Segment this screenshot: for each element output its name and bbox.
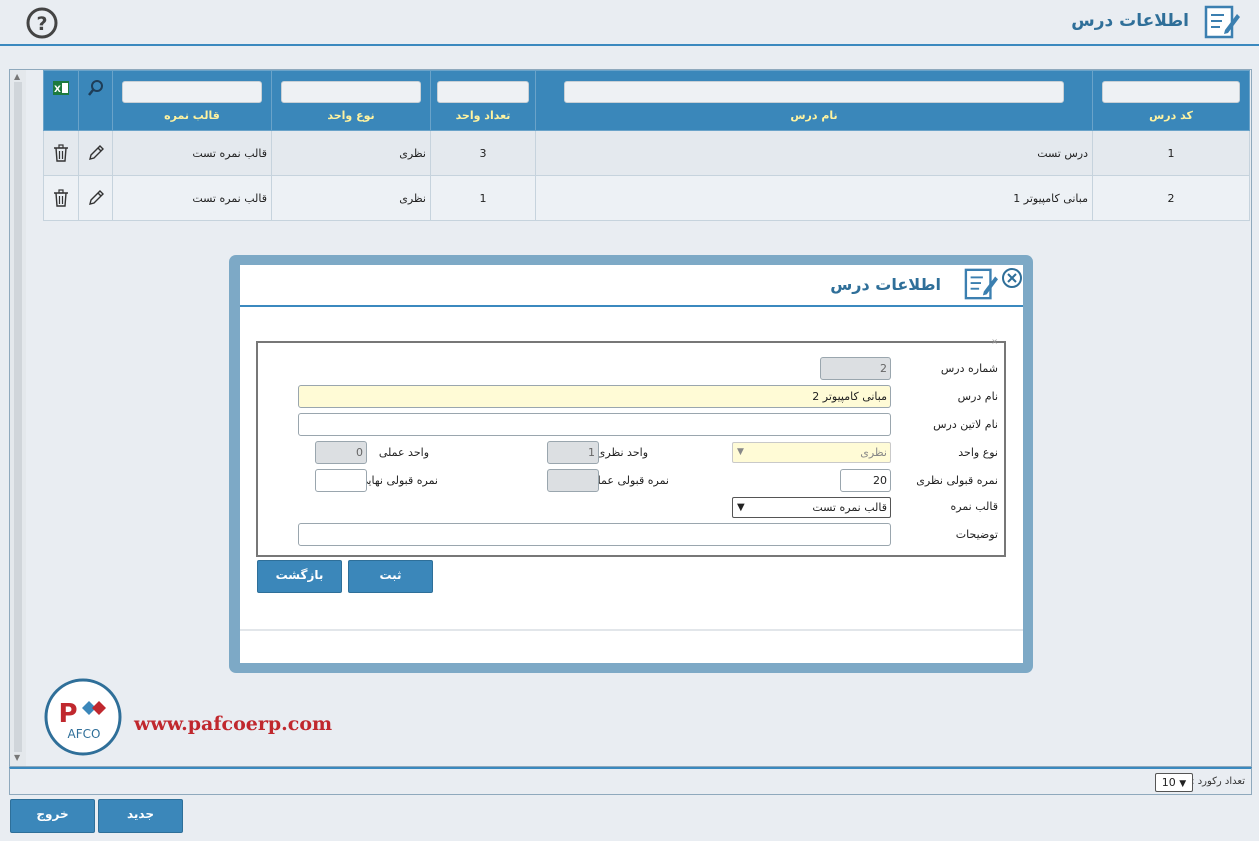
cell-units: 3 [430, 130, 536, 176]
cell-name: درس تست [535, 130, 1093, 176]
scroll-up-icon[interactable]: ▲ [14, 72, 20, 81]
filter-input-type[interactable] [281, 81, 421, 103]
grade-template-select[interactable]: قالب نمره تست ▼ [732, 497, 891, 518]
practical-pass-label: نمره قبولی عملی [588, 474, 669, 487]
edit-document-icon [964, 268, 998, 300]
back-button[interactable]: بازگشت [257, 560, 342, 593]
delete-button[interactable] [43, 130, 79, 176]
lesson-form: × شماره درس 2 نام درس مبانی کامپیوتر 2 ن… [256, 337, 1006, 557]
edit-button[interactable] [78, 130, 113, 176]
svg-text:X: X [54, 85, 61, 95]
final-pass-field[interactable] [315, 469, 367, 492]
pager-bar: تعداد رکورد : 10 ▼ [9, 767, 1252, 795]
filter-input-template[interactable] [122, 81, 262, 103]
pencil-icon [88, 190, 104, 205]
lesson-info-dialog: اطلاعات درس × شماره درس 2 نام درس مبانی … [229, 255, 1033, 673]
column-header-units: تعداد واحد [430, 70, 536, 131]
excel-export-button[interactable]: X [43, 70, 79, 131]
chevron-down-icon: ▼ [737, 447, 744, 457]
column-header-name: نام درس [535, 70, 1093, 131]
new-button[interactable]: جدید [98, 799, 183, 833]
help-icon[interactable]: ? [26, 7, 58, 39]
close-icon[interactable] [1001, 267, 1023, 289]
theory-units-field: 1 [547, 441, 599, 464]
exit-button[interactable]: خروج [10, 799, 95, 833]
column-header-type: نوع واحد [271, 70, 431, 131]
logo-letter-p: P [58, 699, 77, 729]
excel-icon: X [53, 81, 69, 95]
cell-template: قالب نمره تست [112, 175, 272, 221]
cell-units: 1 [430, 175, 536, 221]
lesson-name-field[interactable]: مبانی کامپیوتر 2 [298, 385, 891, 408]
scroll-track[interactable] [14, 82, 22, 752]
cell-name: مبانی کامپیوتر 1 [535, 175, 1093, 221]
submit-button[interactable]: ثبت [348, 560, 433, 593]
dialog-title: اطلاعات درس [830, 275, 941, 294]
filter-input-code[interactable] [1102, 81, 1240, 103]
lesson-name-label: نام درس [957, 390, 998, 403]
cell-code: 2 [1092, 175, 1250, 221]
lessons-table: کد درس نام درس تعداد واحد نوع واحد قالب … [43, 70, 1250, 221]
record-count-select[interactable]: 10 ▼ [1155, 773, 1193, 792]
grade-template-label: قالب نمره [950, 500, 998, 513]
practical-units-field: 0 [315, 441, 367, 464]
description-label: توضیحات [955, 528, 998, 541]
unit-type-select[interactable]: نظری ▼ [732, 442, 891, 463]
corner-mark: × [991, 337, 998, 346]
final-pass-label: نمره قبولی نهایی [359, 474, 438, 487]
search-icon [87, 80, 103, 96]
pafco-logo: P AFCO [44, 678, 122, 756]
filter-input-units[interactable] [437, 81, 529, 103]
table-header-row: کد درس نام درس تعداد واحد نوع واحد قالب … [43, 70, 1250, 131]
cell-type: نظری [271, 175, 431, 221]
cell-template: قالب نمره تست [112, 130, 272, 176]
record-count-label: تعداد رکورد : [1191, 776, 1245, 787]
svg-text:?: ? [36, 13, 47, 35]
lesson-number-label: شماره درس [940, 362, 998, 375]
description-field[interactable] [298, 523, 891, 546]
theory-pass-field[interactable]: 20 [840, 469, 891, 492]
table-row[interactable]: 2 مبانی کامپیوتر 1 1 نظری قالب نمره تست [43, 175, 1250, 221]
latin-name-field[interactable] [298, 413, 891, 436]
dialog-body: اطلاعات درس × شماره درس 2 نام درس مبانی … [240, 265, 1023, 663]
cell-code: 1 [1092, 130, 1250, 176]
edit-document-icon [1204, 5, 1240, 39]
edit-button[interactable] [78, 175, 113, 221]
website-link[interactable]: www.pafcoerp.com [134, 713, 332, 735]
chevron-down-icon: ▼ [737, 502, 745, 513]
cell-type: نظری [271, 130, 431, 176]
trash-icon [54, 189, 68, 207]
scroll-down-icon[interactable]: ▼ [14, 753, 20, 762]
top-bar: ? اطلاعات درس [0, 0, 1259, 46]
chevron-down-icon: ▼ [1179, 779, 1187, 789]
dialog-footer-divider [240, 629, 1023, 631]
page-title: اطلاعات درس [1071, 11, 1189, 31]
theory-units-label: واحد نظری [596, 446, 648, 459]
filter-input-name[interactable] [563, 81, 1065, 103]
dialog-header: اطلاعات درس [240, 265, 1023, 307]
unit-type-label: نوع واحد [958, 446, 998, 459]
pencil-icon [88, 145, 104, 160]
table-row[interactable]: 1 درس تست 3 نظری قالب نمره تست [43, 130, 1250, 176]
lesson-number-field: 2 [820, 357, 891, 380]
delete-button[interactable] [43, 175, 79, 221]
column-header-template: قالب نمره [112, 70, 272, 131]
theory-pass-label: نمره قبولی نظری [916, 474, 998, 487]
search-button[interactable] [78, 70, 113, 131]
logo-letters-afco: AFCO [68, 727, 101, 741]
vertical-scrollbar[interactable]: ▲ ▼ [10, 70, 26, 766]
column-header-code: کد درس [1092, 70, 1250, 131]
practical-pass-field [547, 469, 599, 492]
trash-icon [54, 144, 68, 162]
practical-units-label: واحد عملی [378, 446, 429, 459]
latin-name-label: نام لاتین درس [933, 418, 998, 431]
